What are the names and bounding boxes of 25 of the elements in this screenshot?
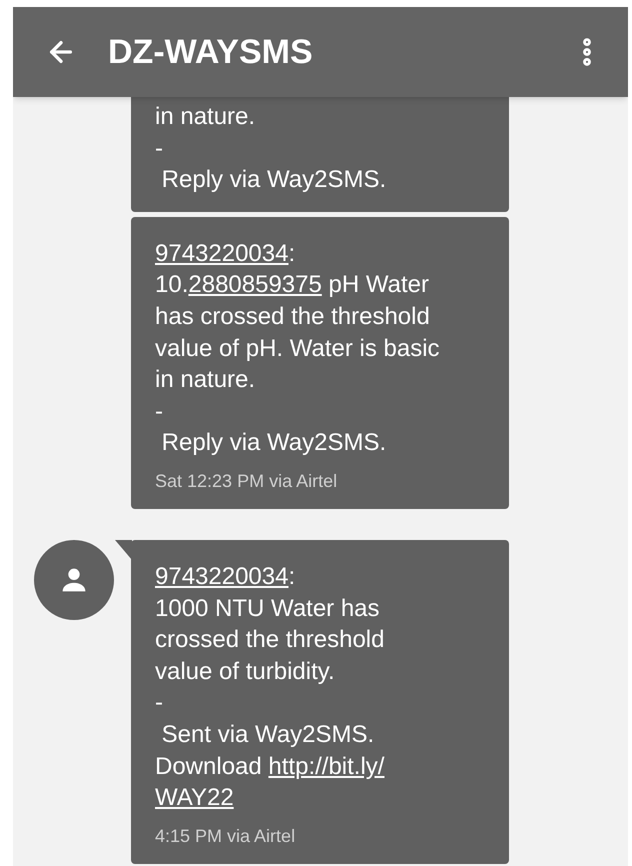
message-line: - [155,396,164,427]
message-line: Reply via Way2SMS. [160,428,388,458]
message-line: 9743220034: [155,238,296,269]
phone-link[interactable]: 9743220034 [155,562,288,590]
message-line: - [155,134,164,164]
phone-link[interactable]: 9743220034 [155,240,288,267]
message-line: - [155,688,164,718]
message-line: in nature. [155,365,256,396]
message-timestamp: 4:15 PM via Airtel [155,824,296,848]
message-line: value of turbidity. [155,656,336,687]
phone-link[interactable]: 2880859375 [188,271,322,298]
message-line: Sent via Way2SMS. [160,720,376,750]
message-line: in nature. [155,102,256,132]
message-line: 10.2880859375 pH Water [155,270,430,300]
message-line: has crossed the threshold [155,302,431,332]
message-line: 1000 NTU Water has [155,594,381,624]
url-link[interactable]: http://bit.ly/ [268,752,384,780]
message-line: value of pH. Water is basic [155,334,441,364]
message-line: crossed the threshold [155,625,386,656]
url-link[interactable]: WAY22 [155,784,234,812]
message-line: 9743220034: [155,562,296,592]
message-timestamp: Sat 12:23 PM via Airtel [155,470,338,493]
message-line: Reply via Way2SMS. [160,165,388,196]
conversation-title: DZ-WAYSMS [108,32,314,72]
message-line: Download http://bit.ly/ [155,752,386,782]
